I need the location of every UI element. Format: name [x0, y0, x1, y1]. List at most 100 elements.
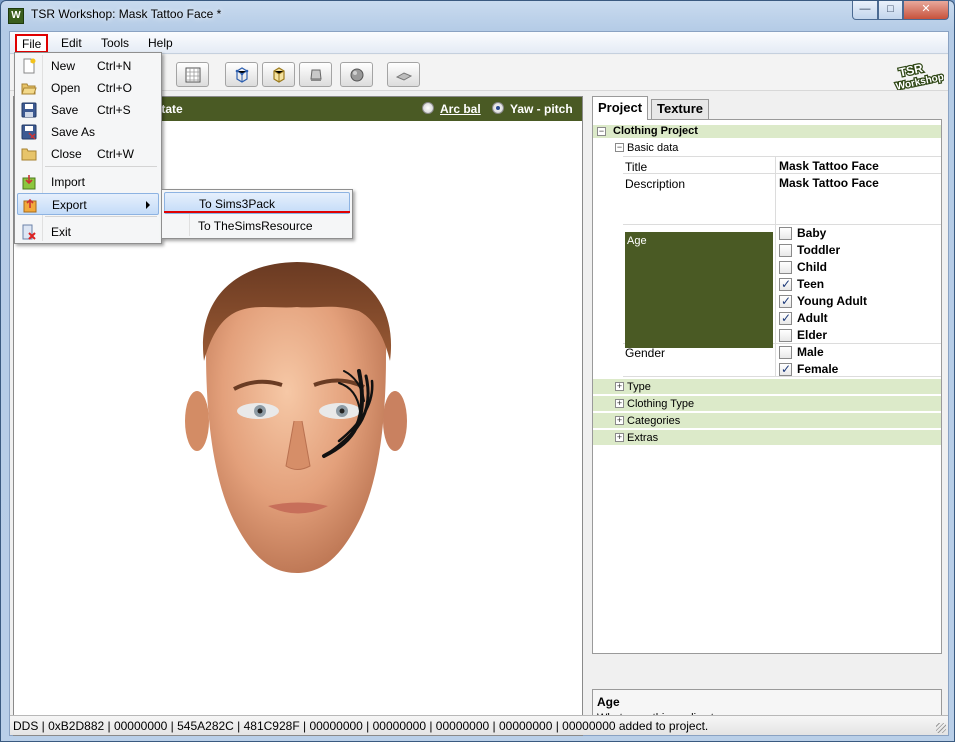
- checkbox-adult[interactable]: [779, 311, 792, 325]
- menu-edit[interactable]: Edit: [54, 34, 89, 53]
- wireframe-icon: [235, 67, 249, 83]
- menu-item-shortcut: Ctrl+S: [97, 103, 131, 117]
- new-document-icon: [21, 58, 37, 74]
- menu-item-label: To Sims3Pack: [199, 197, 276, 211]
- checkbox-label[interactable]: Young Adult: [797, 294, 867, 308]
- menu-item-shortcut: Ctrl+O: [97, 81, 133, 95]
- category-basic-data[interactable]: − Basic data: [593, 140, 941, 156]
- category-type[interactable]: + Type: [593, 379, 941, 395]
- expand-icon[interactable]: +: [615, 416, 624, 425]
- menu-item-label: Save As: [51, 125, 96, 139]
- menu-item-export[interactable]: Export: [17, 193, 159, 215]
- category-label: Basic data: [627, 142, 679, 154]
- category-clothing-project[interactable]: − Clothing Project: [593, 125, 941, 139]
- menu-item-save-as[interactable]: Save As: [17, 121, 159, 143]
- menu-item-exit[interactable]: Exit: [17, 221, 159, 243]
- category-label: Clothing Project: [613, 125, 698, 137]
- property-grid: − Clothing Project − Basic data Title Ma…: [592, 119, 942, 654]
- menu-help[interactable]: Help: [141, 34, 180, 53]
- description-value[interactable]: Mask Tattoo Face: [779, 176, 879, 190]
- floor-view-button[interactable]: [387, 62, 420, 87]
- checkbox-young-adult[interactable]: [779, 294, 792, 308]
- collapse-icon[interactable]: −: [615, 143, 624, 152]
- sphere-view-button[interactable]: [340, 62, 373, 87]
- status-bar: DDS | 0xB2D882 | 00000000 | 545A282C | 4…: [10, 715, 948, 735]
- menu-item-shortcut: Ctrl+N: [97, 59, 132, 73]
- tabs-area: Project Texture − Clothing Project − Bas…: [588, 96, 946, 736]
- checkbox-female[interactable]: [779, 362, 792, 376]
- minimize-button[interactable]: —: [852, 1, 878, 20]
- checkbox-label[interactable]: Male: [797, 345, 824, 359]
- tab-project[interactable]: Project: [592, 96, 649, 120]
- file-menu-dropdown: New Ctrl+N Open Ctrl+O Save Ctrl+S Save As Clos…: [14, 52, 162, 244]
- checkbox-baby[interactable]: [779, 227, 792, 240]
- menu-item-shortcut: Ctrl+W: [97, 147, 134, 161]
- app-window: W TSR Workshop: Mask Tattoo Face * — □ ✕…: [0, 0, 955, 742]
- menu-item-label: Open: [51, 81, 81, 95]
- solid-view-button[interactable]: [299, 62, 332, 87]
- grid-line: [623, 173, 941, 174]
- category-label: Clothing Type: [627, 398, 695, 410]
- floppy-disk-icon: [21, 102, 37, 118]
- expand-icon[interactable]: +: [615, 382, 624, 391]
- menu-item-to-thesimsresource[interactable]: To TheSimsResource: [164, 215, 350, 237]
- gender-label: Gender: [625, 346, 666, 360]
- window-title: TSR Workshop: Mask Tattoo Face *: [31, 7, 222, 21]
- menu-item-open[interactable]: Open Ctrl+O: [17, 77, 159, 99]
- menu-item-import[interactable]: Import: [17, 171, 159, 193]
- menu-item-close[interactable]: Close Ctrl+W: [17, 143, 159, 165]
- close-button[interactable]: ✕: [903, 1, 949, 20]
- tab-texture[interactable]: Texture: [651, 99, 709, 119]
- category-label: Extras: [627, 432, 659, 444]
- checkbox-teen[interactable]: [779, 277, 792, 291]
- menu-item-save[interactable]: Save Ctrl+S: [17, 99, 159, 121]
- checkbox-label[interactable]: Baby: [797, 226, 826, 240]
- grid-icon: [185, 67, 201, 83]
- mesh-view-button[interactable]: [262, 62, 295, 87]
- yaw-pitch-label[interactable]: Yaw - pitch: [510, 102, 573, 116]
- grid-view-button[interactable]: [176, 62, 209, 87]
- category-clothing-type[interactable]: + Clothing Type: [593, 396, 941, 412]
- checkbox-label[interactable]: Toddler: [797, 243, 840, 257]
- checkbox-label[interactable]: Teen: [797, 277, 824, 291]
- category-extras[interactable]: + Extras: [593, 430, 941, 446]
- tsr-workshop-logo: TSR Workshop: [892, 60, 946, 94]
- checkbox-label[interactable]: Child: [797, 260, 827, 274]
- checkbox-child[interactable]: [779, 261, 792, 274]
- menu-file[interactable]: File: [15, 34, 49, 53]
- exit-icon: [21, 224, 37, 240]
- help-title: Age: [597, 695, 620, 709]
- yaw-pitch-radio[interactable]: [492, 102, 504, 114]
- solid-shape-icon: [310, 69, 322, 81]
- export-icon: [22, 197, 38, 213]
- wireframe-view-button[interactable]: [225, 62, 258, 87]
- submenu-arrow-icon: [146, 201, 150, 209]
- checkbox-label[interactable]: Elder: [797, 328, 827, 342]
- menu-tools[interactable]: Tools: [94, 34, 136, 53]
- app-icon[interactable]: W: [8, 8, 24, 24]
- arc-ball-radio[interactable]: [422, 102, 434, 114]
- category-categories[interactable]: + Categories: [593, 413, 941, 429]
- age-row-selected[interactable]: Age: [625, 232, 773, 348]
- title-value[interactable]: Mask Tattoo Face: [779, 159, 879, 173]
- maximize-button[interactable]: □: [878, 1, 903, 20]
- checkbox-label[interactable]: Female: [797, 362, 838, 376]
- menu-item-label: New: [51, 59, 76, 73]
- resize-grip-icon[interactable]: [936, 723, 946, 733]
- grid-line: [623, 156, 941, 157]
- menu-item-new[interactable]: New Ctrl+N: [17, 55, 159, 77]
- collapse-icon[interactable]: −: [597, 127, 606, 136]
- checkbox-elder[interactable]: [779, 329, 792, 342]
- expand-icon[interactable]: +: [615, 433, 624, 442]
- status-text: DDS | 0xB2D882 | 00000000 | 545A282C | 4…: [13, 719, 709, 733]
- checkbox-male[interactable]: [779, 346, 792, 359]
- arc-ball-label[interactable]: Arc bal: [440, 102, 481, 116]
- category-label: Type: [627, 381, 651, 393]
- tsr-logo-icon: TSR Workshop: [894, 60, 946, 94]
- title-bar[interactable]: W TSR Workshop: Mask Tattoo Face * — □ ✕: [1, 1, 954, 29]
- checkbox-toddler[interactable]: [779, 244, 792, 257]
- menu-item-label: Import: [51, 175, 86, 189]
- menu-item-label: Export: [52, 198, 87, 212]
- checkbox-label[interactable]: Adult: [797, 311, 828, 325]
- expand-icon[interactable]: +: [615, 399, 624, 408]
